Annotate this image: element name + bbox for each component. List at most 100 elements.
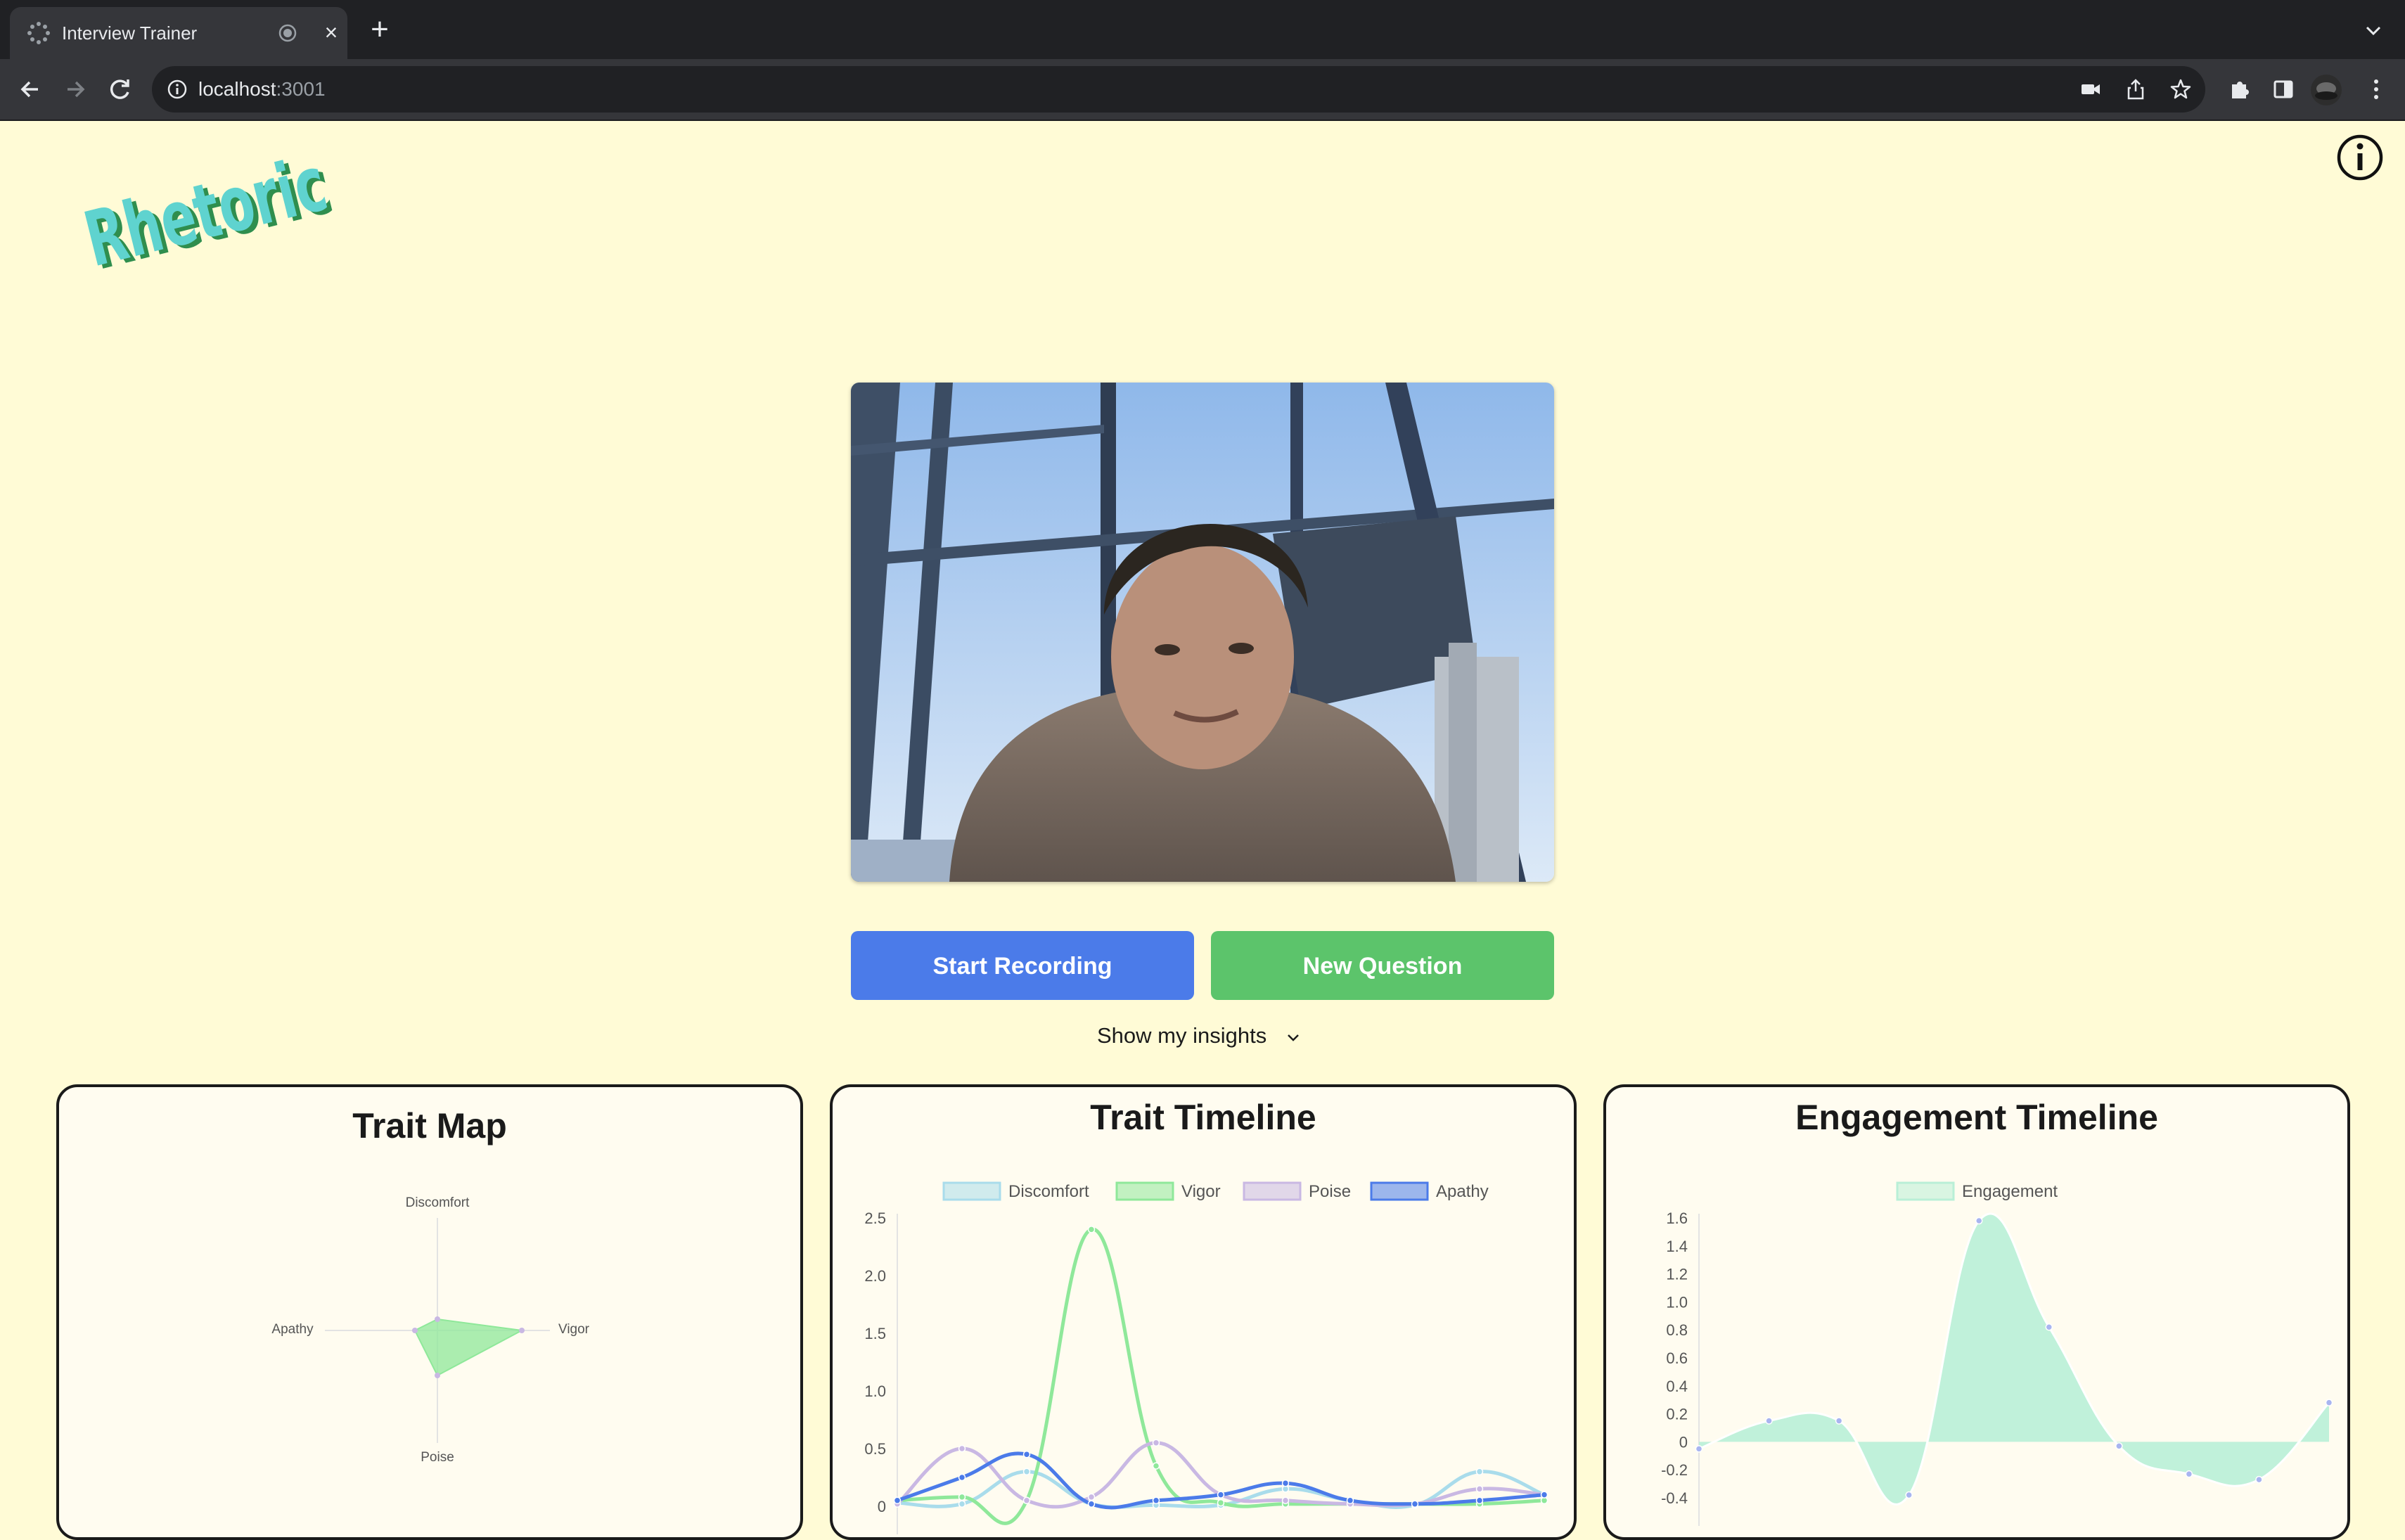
show-insights-toggle[interactable]: Show my insights (1097, 1018, 1301, 1053)
y-tick-label: 1.0 (864, 1382, 886, 1400)
data-point (2045, 1323, 2053, 1331)
data-point (958, 1444, 966, 1453)
data-point (2115, 1442, 2123, 1450)
data-point (2255, 1475, 2263, 1484)
y-tick-label: 0 (1679, 1433, 1688, 1451)
data-point (893, 1496, 902, 1505)
side-panel-icon[interactable] (2267, 73, 2300, 105)
y-tick-label: 1.5 (864, 1325, 886, 1342)
y-tick-label: 0 (878, 1498, 886, 1515)
recording-indicator-icon (278, 24, 297, 42)
data-point (958, 1493, 966, 1501)
data-point (1346, 1496, 1354, 1505)
data-point (1087, 1226, 1096, 1233)
address-bar[interactable]: localhost:3001 (152, 66, 2205, 113)
series-area (1699, 1213, 2329, 1505)
data-point (1975, 1217, 1983, 1225)
data-point (1765, 1417, 1773, 1425)
y-tick-label: 0.5 (864, 1440, 886, 1458)
y-tick-label: -0.4 (1661, 1489, 1688, 1507)
radar-axis-label: Discomfort (406, 1195, 470, 1210)
legend-swatch (1243, 1181, 1302, 1201)
forward-arrow-icon[interactable] (59, 73, 91, 105)
radar-axis-label: Poise (421, 1450, 454, 1465)
trait-map-card: Trait Map Discomfort Vigor Poise Apathy (56, 1084, 803, 1540)
data-point (1540, 1491, 1548, 1499)
data-point (958, 1473, 966, 1482)
data-point (1152, 1439, 1160, 1447)
radar-point (435, 1373, 440, 1378)
trait-timeline-chart: 2.5 2.0 1.5 1.0 0.5 0 Discomfort Vigor Poise Apat… (864, 1181, 1548, 1534)
y-tick-label: 0.6 (1666, 1349, 1688, 1367)
data-point (1411, 1500, 1419, 1508)
data-point (958, 1500, 966, 1508)
y-tick-label: 0.8 (1666, 1321, 1688, 1339)
insights-label: Show my insights (1097, 1023, 1267, 1048)
profile-avatar[interactable] (2311, 75, 2342, 105)
close-tab-icon[interactable]: × (319, 20, 343, 45)
y-tick-label: 1.2 (1666, 1266, 1688, 1283)
svg-text:Rhetoric: Rhetoric (77, 140, 335, 274)
legend-swatch (1370, 1181, 1429, 1201)
legend-label: Apathy (1436, 1182, 1489, 1201)
reload-icon[interactable] (104, 73, 136, 105)
webcam-preview (851, 383, 1554, 882)
data-point (2185, 1470, 2193, 1478)
chevron-down-icon (1287, 1034, 1299, 1041)
legend-label: Engagement (1962, 1182, 2058, 1201)
legend-swatch (1896, 1181, 1955, 1201)
legend-label: Discomfort (1008, 1182, 1089, 1201)
new-tab-icon[interactable]: + (366, 14, 394, 45)
share-icon[interactable] (2124, 77, 2148, 101)
start-recording-button[interactable]: Start Recording (851, 931, 1194, 1000)
data-point (1152, 1496, 1160, 1505)
bookmark-star-icon[interactable] (2169, 77, 2193, 101)
url-text: localhost:3001 (198, 78, 326, 100)
y-tick-label: -0.2 (1661, 1461, 1688, 1479)
data-point (1152, 1462, 1160, 1470)
y-tick-label: 1.6 (1666, 1209, 1688, 1227)
radar-axis-label: Apathy (271, 1322, 314, 1337)
extensions-puzzle-icon[interactable] (2224, 73, 2256, 105)
radar-point (435, 1316, 440, 1322)
data-point (2325, 1399, 2333, 1406)
radar-point (412, 1328, 418, 1333)
trait-timeline-card: Trait Timeline 2.5 2.0 1.5 1.0 0.5 0 Discomfor… (830, 1084, 1577, 1540)
new-question-button[interactable]: New Question (1211, 931, 1554, 1000)
y-tick-label: 2.0 (864, 1267, 886, 1285)
data-point (1022, 1468, 1031, 1476)
browser-menu-icon[interactable] (2360, 73, 2392, 105)
info-icon[interactable] (2336, 134, 2384, 181)
rhetoric-logo: Rhetoric Rhetoric (70, 134, 352, 288)
browser-tab[interactable]: Interview Trainer × (10, 7, 347, 59)
back-arrow-icon[interactable] (14, 73, 46, 105)
data-point (1475, 1468, 1484, 1476)
site-info-icon[interactable] (166, 78, 188, 101)
data-point (1022, 1496, 1031, 1505)
data-point (1217, 1499, 1225, 1507)
series-line (897, 1227, 1545, 1525)
tab-title: Interview Trainer (62, 23, 198, 44)
data-point (1087, 1500, 1096, 1508)
data-point (1905, 1491, 1913, 1499)
engagement-timeline-chart: 1.6 1.4 1.2 1.0 0.8 0.6 0.4 0.2 0 -0.2 -0.4 Engagem… (1661, 1181, 2333, 1526)
legend-swatch (942, 1181, 1001, 1201)
legend-label: Poise (1309, 1182, 1351, 1201)
tab-search-chevron-icon[interactable] (2361, 18, 2385, 42)
data-point (1281, 1496, 1290, 1505)
data-point (1475, 1485, 1484, 1493)
radar-point (519, 1328, 525, 1333)
data-point (1695, 1445, 1703, 1453)
data-point (1281, 1479, 1290, 1487)
data-point (1217, 1491, 1225, 1499)
data-point (1022, 1450, 1031, 1458)
trait-map-chart: Discomfort Vigor Poise Apathy (271, 1195, 590, 1465)
data-point (1835, 1417, 1843, 1425)
camera-in-use-icon[interactable] (2079, 77, 2103, 101)
legend-swatch (1115, 1181, 1174, 1201)
browser-toolbar: localhost:3001 (0, 59, 2405, 121)
engagement-timeline-card: Engagement Timeline 1.6 1.4 1.2 1.0 0.8 0.6 0.… (1603, 1084, 2350, 1540)
radar-axis-label: Vigor (558, 1322, 590, 1337)
y-tick-label: 0.4 (1666, 1378, 1688, 1395)
avatar-image (2311, 75, 2342, 105)
